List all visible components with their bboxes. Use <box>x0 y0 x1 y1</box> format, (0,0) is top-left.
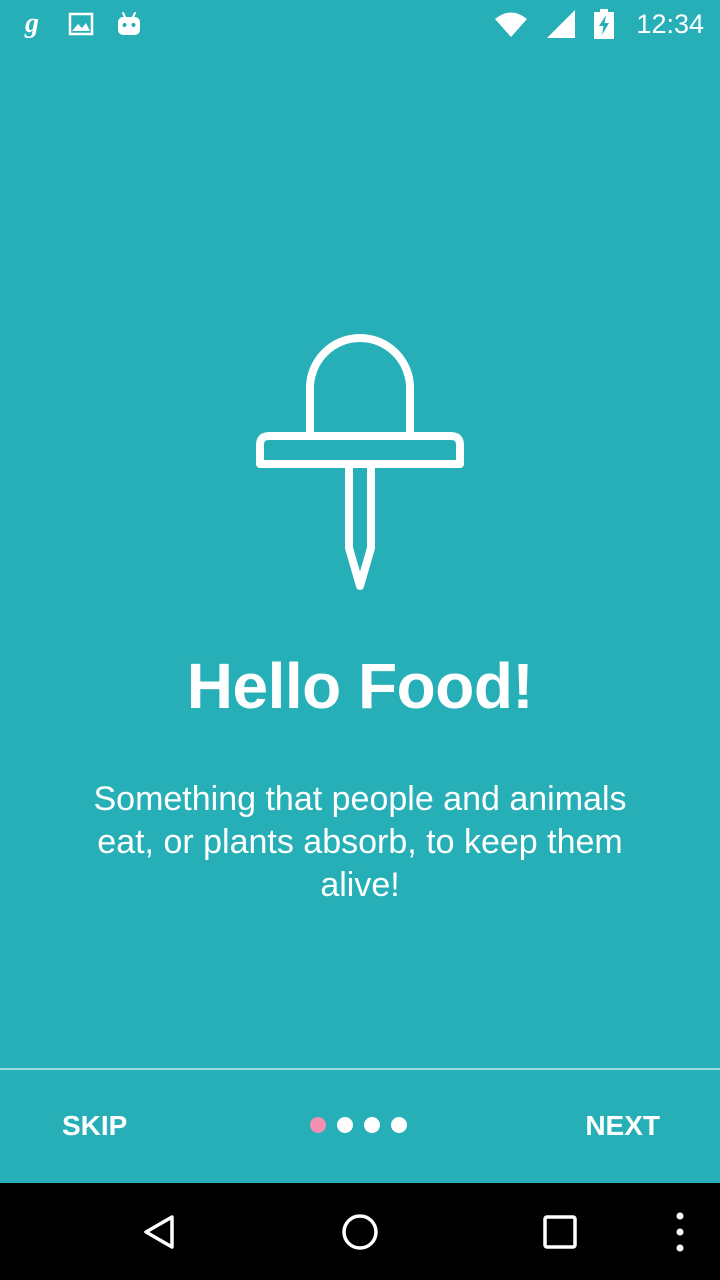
recents-button[interactable] <box>510 1183 610 1280</box>
signal-icon <box>546 9 576 39</box>
svg-text:g: g <box>24 10 39 38</box>
recents-icon <box>543 1214 577 1249</box>
page-dot-1[interactable] <box>310 1117 326 1133</box>
android-icon <box>116 11 142 37</box>
home-icon <box>342 1213 378 1250</box>
home-button[interactable] <box>310 1183 410 1280</box>
page-dot-4[interactable] <box>391 1117 407 1133</box>
clock: 12:34 <box>636 8 704 39</box>
battery-charging-icon <box>594 9 615 39</box>
page-dot-2[interactable] <box>337 1117 353 1133</box>
back-button[interactable] <box>110 1183 210 1280</box>
wifi-icon <box>494 10 528 38</box>
notification-icons: g <box>24 10 142 38</box>
system-icons: 12:34 <box>494 9 704 40</box>
pushpin-icon <box>256 334 464 590</box>
page-dot-3[interactable] <box>364 1117 380 1133</box>
onboarding-footer: SKIP NEXT <box>0 1070 720 1183</box>
skip-button[interactable]: SKIP <box>50 1096 139 1156</box>
onboarding-screen: g 12:34 Hello Food! Something that peopl… <box>0 0 720 1280</box>
page-description: Something that people and animals eat, o… <box>93 780 627 904</box>
navigation-bar <box>0 1183 720 1280</box>
onboarding-page: Hello Food! Something that people and an… <box>0 48 720 1068</box>
goodreads-icon: g <box>24 10 46 38</box>
back-icon <box>144 1214 174 1249</box>
status-bar: g 12:34 <box>0 0 720 48</box>
more-icon <box>676 1212 684 1251</box>
image-icon <box>68 12 94 36</box>
page-title: Hello Food! <box>186 650 534 722</box>
more-button[interactable] <box>660 1183 700 1280</box>
next-button[interactable]: NEXT <box>573 1096 672 1156</box>
page-indicator <box>310 1117 407 1133</box>
